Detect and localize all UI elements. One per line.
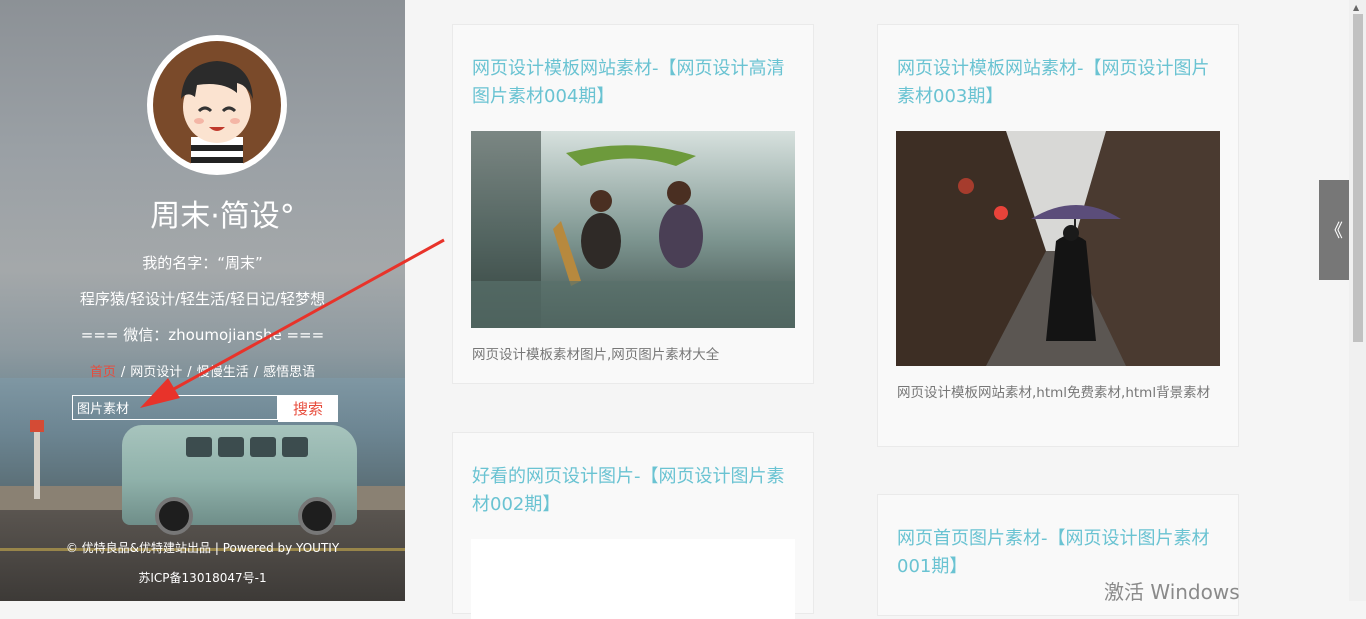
annotation-arrow <box>140 238 445 408</box>
